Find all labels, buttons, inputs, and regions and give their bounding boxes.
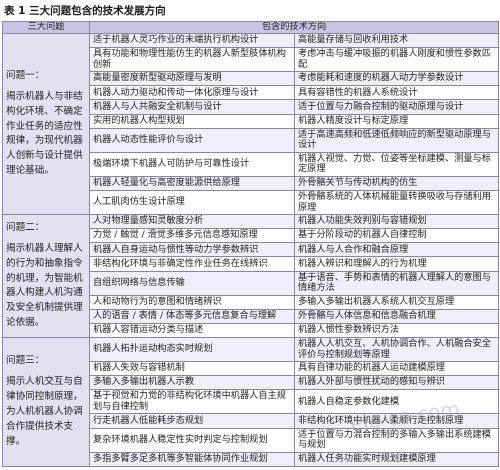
table-row: 问题三： 揭示人机交互与自律协同控制原理，为人机机器人协调合作提供技术支撑。 机器人… — [2, 337, 499, 467]
direction-cell-right: 考虑能耗和速度的机器人动力学参数设计 — [294, 71, 499, 87]
direction-cell-left: 机器人容错运动分类与描述 — [89, 322, 295, 339]
direction-cell-right: 多输入多输出机器人系统人机交互原理 — [294, 294, 499, 310]
direction-cell-right: 外骨骼系统的人体机械能量转换吸收与存储利用原理 — [294, 189, 499, 216]
direction-cell-right: 机器人辨识和理解人的行为机理 — [294, 256, 499, 272]
direction-cell-left: 人工肌肉仿生设计原理 — [89, 189, 295, 216]
direction-cell-right: 基于语音、手势和表情的机器人理解人的意图与情绪方法 — [294, 270, 499, 296]
direction-cell-left: 基于视觉和力觉的非结构化环境中机器人自主规划与自律控制 — [89, 389, 295, 415]
direction-cell-left: 机器人轻量化与高密度能源供给原理 — [89, 175, 295, 191]
direction-cell-right: 机器人精度设计与标定原理 — [294, 113, 499, 129]
direction-cell-left: 非结构化环境与非确定性作业任务在线辨识 — [89, 256, 295, 272]
direction-cell-right: 外骨骼关节与传动机构的仿生 — [294, 175, 499, 191]
direction-cell-left: 机器人与人共融安全机制与设计 — [89, 99, 295, 115]
direction-cell-right: 具有自律功能的机器人运动建模原理 — [294, 361, 499, 377]
direction-cell-left: 人对物理量感知灵敏度分析 — [89, 214, 295, 230]
direction-cell-left: 机器人自身运动与惯性等动力学参数辨识 — [89, 242, 295, 258]
document-page: 表 1 三大问题包含的技术发展方向 三大问题 包含的技术方向 问题一： 揭示机器人… — [0, 0, 500, 470]
direction-cell-left: 具有功能和物理性能仿生的机器人新型肢体机构创新 — [89, 47, 295, 73]
problem-label: 问题三： — [6, 355, 45, 367]
direction-cell-left: 实用的机器人构型规划 — [89, 113, 295, 129]
direction-cell-left: 多输入多输出机器人示教 — [89, 375, 295, 391]
direction-cell-left: 自组织网络与信息传输 — [89, 270, 295, 296]
direction-cell-right: 机器人人机交互、人机协调合作、人机融合安全评价与控制规划等原理 — [294, 337, 499, 363]
problem-cell: 问题三： 揭示人机交互与自律协同控制原理，为人机机器人协调合作提供技术支撑。 — [2, 337, 90, 467]
table-row: 问题二： 揭示机器人理解人的行为和抽象指令的机理，为智能机器人构建人机沟通及安全机… — [2, 214, 499, 339]
table-caption: 表 1 三大问题包含的技术发展方向 — [4, 5, 166, 17]
problem-description: 揭示机器人与非结构化环境、不确定作业任务的适应性规律，为现代机器人创新与设计提供… — [6, 90, 83, 177]
table-row: 问题一： 揭示机器人与非结构化环境、不确定作业任务的适应性规律，为现代机器人创新与… — [2, 32, 499, 216]
header-problems: 三大问题 — [2, 21, 90, 34]
problem-cell: 问题一： 揭示机器人与非结构化环境、不确定作业任务的适应性规律，为现代机器人创新与… — [2, 32, 90, 216]
direction-cell-left: 复杂环境机器人稳定性实时判定与控制规划 — [89, 427, 295, 453]
direction-cell-right: 适于位置与力混合控制的多输入多输出系统建模与规划 — [294, 427, 499, 453]
direction-cell-right: 机器人惯性参数辨识方法 — [294, 322, 499, 339]
problem-cell: 问题二： 揭示机器人理解人的行为和抽象指令的机理，为智能机器人构建人机沟通及安全机… — [2, 214, 90, 339]
direction-cell-left: 高能量密度新型驱动原理与发明 — [89, 71, 295, 87]
header-directions: 包含的技术方向 — [89, 21, 499, 34]
direction-cell-right: 考虑冲击与缓冲吸振的机器人刚度和惯性参数匹配 — [294, 47, 499, 73]
direction-cell-left: 人和动物行为的意图和情绪辨识 — [89, 294, 295, 310]
direction-cell-left: 极端环境下机器人可防护与可靠性设计 — [89, 151, 295, 177]
direction-cell-right: 高能量存储与回收利用技术 — [294, 32, 499, 49]
direction-cell-right: 机器人视觉、力觉、位姿等坐标建模、测量与标定原理 — [294, 151, 499, 177]
problem-description: 揭示人机交互与自律协同控制原理，为人机机器人协调合作提供技术支撑。 — [6, 376, 83, 447]
problem-description: 揭示机器人理解人的行为和抽象指令的机理，为智能机器人构建人机沟通及安全机制提供理… — [6, 242, 83, 329]
direction-cell-left: 人的语音 / 表情 / 体态等多元信息复合与理解 — [89, 308, 295, 324]
direction-cell-right: 外骨骼与人体信息和信息融合机理 — [294, 308, 499, 324]
problem-label: 问题一： — [6, 70, 45, 82]
direction-cell-right: 适于位置与力融合控制的驱动原理与设计 — [294, 99, 499, 115]
direction-cell-left: 机器人拓扑运动构态实时规划 — [89, 337, 295, 363]
direction-cell-right: 适于高速高频和低速低频响应的新型驱动原理与设计 — [294, 127, 499, 153]
direction-cell-left: 机器人动态性能评价与设计 — [89, 127, 295, 153]
direction-cell-right: 机器人外部与惯性扰动的感知与辨识 — [294, 375, 499, 391]
direction-cell-right: 机器人与人合作和融合原理 — [294, 242, 499, 258]
direction-cell-left: 多指多臂多足多机等多智能体协同作业规划 — [89, 451, 295, 468]
direction-cell-right: 机器人任务功能实时规划建模原理 — [294, 451, 499, 468]
direction-cell-right: 机器人功能失效判别与容错规划 — [294, 214, 499, 230]
direction-cell-left: 行走机器人低能耗步态规划 — [89, 413, 295, 429]
direction-cell-right: 具有容错性的机器人系统设计 — [294, 85, 499, 101]
direction-cell-left: 机器人动力驱动和传动一体化原理与设计 — [89, 85, 295, 101]
direction-cell-left: 适于机器人灵巧作业的末端执行机构设计 — [89, 32, 295, 49]
direction-cell-left: 力觉 / 触觉 / 滑觉多维多元信息感知原理 — [89, 228, 295, 244]
problem-label: 问题二： — [6, 222, 45, 234]
table-header-row: 三大问题 包含的技术方向 — [2, 21, 499, 34]
direction-cell-left: 机器人失效与容错机制 — [89, 361, 295, 377]
direction-cell-right: 基于分阶段动的机器人自律控制 — [294, 228, 499, 244]
